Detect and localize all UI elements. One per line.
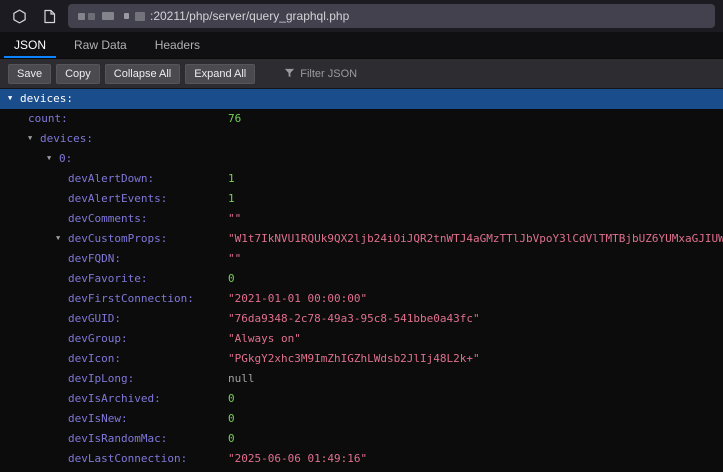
json-value: "" (228, 209, 241, 229)
collapse-all-button[interactable]: Collapse All (105, 64, 180, 84)
json-value: "W1t7IkNVU1RQUk9QX2ljb24iOiJQR2tnWTJ4aGM… (228, 229, 723, 249)
browser-toolbar: :20211/php/server/query_graphql.php (0, 0, 723, 32)
redacted-host-block (135, 12, 145, 21)
tab-headers-label: Headers (155, 38, 200, 52)
json-key: devices: (20, 92, 73, 105)
tree-row[interactable]: devGUID: "76da9348-2c78-49a3-95c8-541bbe… (0, 309, 723, 329)
json-key: devGUID: (68, 312, 121, 325)
json-key: devCustomProps: (68, 232, 167, 245)
json-value: "Always on" (228, 329, 301, 349)
json-value: 76 (228, 109, 241, 129)
json-key: devIsArchived: (68, 392, 161, 405)
tab-json-label: JSON (14, 38, 46, 52)
chevron-down-icon[interactable]: ▼ (28, 129, 40, 148)
json-key: devIcon: (68, 352, 121, 365)
json-key: devIpLong: (68, 372, 134, 385)
url-text: :20211/php/server/query_graphql.php (150, 9, 349, 23)
tree-row[interactable]: devLastConnection: "2025-06-06 01:49:16" (0, 449, 723, 469)
json-value: 0 (228, 409, 235, 429)
expand-all-button[interactable]: Expand All (185, 64, 255, 84)
tree-row-index-0[interactable]: ▼0: (0, 149, 723, 169)
json-value: "76da9348-2c78-49a3-95c8-541bbe0a43fc" (228, 309, 480, 329)
tree-row[interactable]: devFirstConnection: "2021-01-01 00:00:00… (0, 289, 723, 309)
json-key: devAlertDown: (68, 172, 154, 185)
json-key: devFirstConnection: (68, 292, 194, 305)
url-bar[interactable]: :20211/php/server/query_graphql.php (68, 4, 715, 28)
json-value: null (228, 369, 255, 389)
json-key: devFQDN: (68, 252, 121, 265)
tree-row[interactable]: devGroup: "Always on" (0, 329, 723, 349)
json-value: 1 (228, 169, 235, 189)
tab-raw-data-label: Raw Data (74, 38, 127, 52)
redacted-host-block (78, 13, 85, 20)
chevron-down-icon[interactable]: ▼ (47, 149, 59, 168)
json-viewer-tab-bar: JSON Raw Data Headers (0, 32, 723, 59)
redacted-host-block (102, 12, 114, 20)
tab-raw-data[interactable]: Raw Data (60, 32, 141, 58)
filter-json-wrap (284, 68, 420, 80)
json-value: "" (228, 249, 241, 269)
save-button[interactable]: Save (8, 64, 51, 84)
tree-row-count[interactable]: count: 76 (0, 109, 723, 129)
tree-row-devices-array[interactable]: ▼devices: (0, 129, 723, 149)
json-value: 0 (228, 429, 235, 449)
tab-headers[interactable]: Headers (141, 32, 214, 58)
json-value: "2025-06-06 01:49:16" (228, 449, 367, 469)
tracking-protection-shield-icon[interactable] (8, 5, 30, 27)
json-tree: ▼devices: count: 76 ▼devices: ▼0: devAle… (0, 89, 723, 469)
redacted-host-block (124, 13, 129, 19)
json-key: devGroup: (68, 332, 128, 345)
filter-funnel-icon (284, 68, 295, 79)
json-key: devLastConnection: (68, 452, 187, 465)
tree-row[interactable]: devIsNew: 0 (0, 409, 723, 429)
tree-row[interactable]: devIsRandomMac: 0 (0, 429, 723, 449)
tree-row-devices-root[interactable]: ▼devices: (0, 89, 723, 109)
filter-json-input[interactable] (300, 68, 420, 80)
tree-row[interactable]: devIpLong: null (0, 369, 723, 389)
tree-row[interactable]: devComments: "" (0, 209, 723, 229)
page-info-icon[interactable] (38, 5, 60, 27)
json-key: devIsRandomMac: (68, 432, 167, 445)
json-key: count: (28, 112, 68, 125)
tree-row[interactable]: devFavorite: 0 (0, 269, 723, 289)
tree-row[interactable]: devAlertEvents: 1 (0, 189, 723, 209)
chevron-down-icon[interactable]: ▼ (8, 89, 20, 108)
tab-json[interactable]: JSON (0, 32, 60, 58)
json-value: 0 (228, 269, 235, 289)
json-key: devIsNew: (68, 412, 128, 425)
json-value: 0 (228, 389, 235, 409)
tree-row[interactable]: devIcon: "PGkgY2xhc3M9ImZhIGZhLWdsb2JlIj… (0, 349, 723, 369)
json-key: devices: (40, 132, 93, 145)
chevron-down-icon[interactable]: ▼ (56, 229, 68, 248)
json-value: 1 (228, 189, 235, 209)
tree-row-dev-custom-props[interactable]: ▼devCustomProps: "W1t7IkNVU1RQUk9QX2ljb2… (0, 229, 723, 249)
json-toolbar: Save Copy Collapse All Expand All (0, 59, 723, 89)
tree-row[interactable]: devFQDN: "" (0, 249, 723, 269)
json-key: devFavorite: (68, 272, 147, 285)
json-key: 0: (59, 152, 72, 165)
json-value: "PGkgY2xhc3M9ImZhIGZhLWdsb2JlIj48L2k+" (228, 349, 480, 369)
redacted-host-block (88, 13, 95, 20)
copy-button[interactable]: Copy (56, 64, 100, 84)
tree-row[interactable]: devIsArchived: 0 (0, 389, 723, 409)
json-key: devAlertEvents: (68, 192, 167, 205)
tree-row[interactable]: devAlertDown: 1 (0, 169, 723, 189)
json-value: "2021-01-01 00:00:00" (228, 289, 367, 309)
json-key: devComments: (68, 212, 147, 225)
